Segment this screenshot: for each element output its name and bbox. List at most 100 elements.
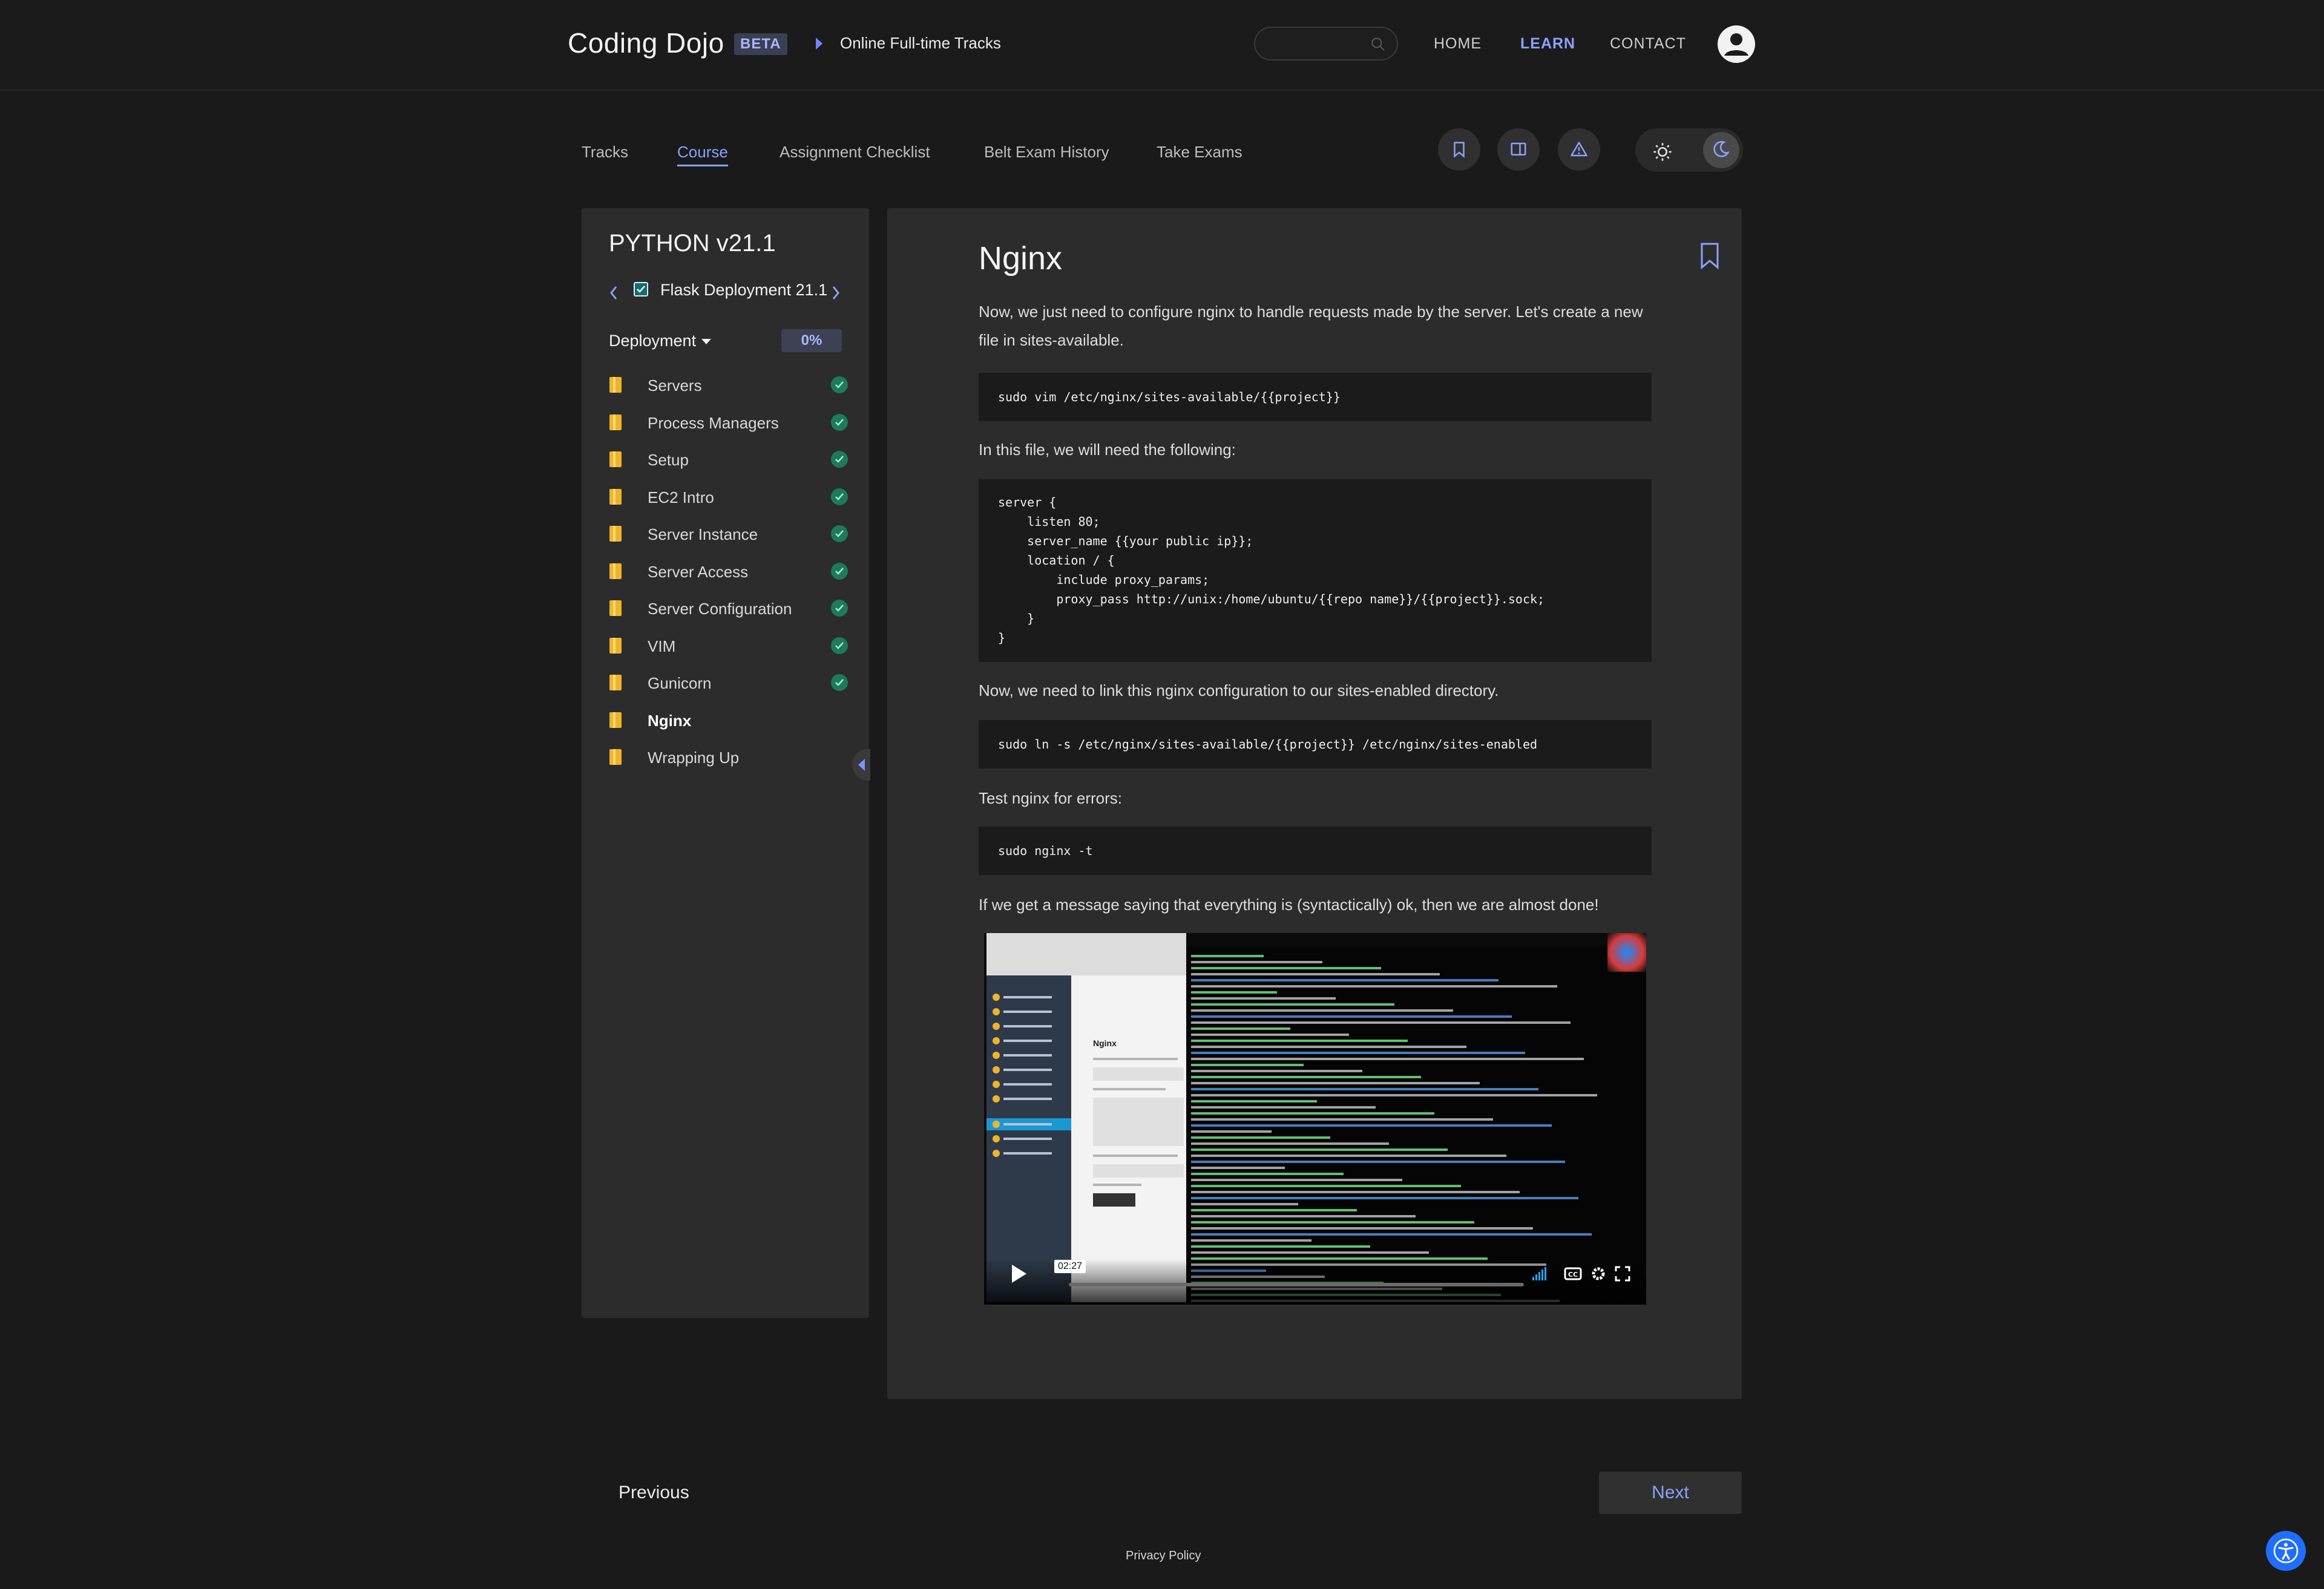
bookmark-icon bbox=[1454, 142, 1465, 158]
video-inner-title: Nginx bbox=[1093, 1038, 1117, 1048]
svg-text:CC: CC bbox=[1568, 1271, 1578, 1279]
completed-check-icon bbox=[831, 562, 848, 580]
book-icon bbox=[609, 675, 622, 690]
volume-icon[interactable] bbox=[1531, 1265, 1549, 1283]
course-title: PYTHON v21.1 bbox=[609, 230, 776, 257]
paragraph: Now, we just need to configure nginx to … bbox=[979, 303, 1643, 349]
book-icon bbox=[609, 488, 622, 505]
sidebar-lesson-item[interactable]: Wrapping Up bbox=[609, 741, 848, 773]
module-name[interactable]: Flask Deployment 21.1 bbox=[660, 281, 827, 300]
user-avatar-icon[interactable] bbox=[1716, 24, 1756, 64]
book-icon bbox=[609, 563, 622, 579]
play-icon[interactable] bbox=[1012, 1265, 1026, 1283]
chevron-left-icon[interactable] bbox=[608, 284, 620, 301]
sidebar-lesson-label: EC2 Intro bbox=[648, 488, 714, 506]
video-frame-browser: Nginx bbox=[986, 933, 1186, 1302]
video-timecode: 02:27 bbox=[1054, 1260, 1086, 1273]
lesson-content: Nginx Now, we just need to configure ngi… bbox=[887, 208, 1742, 1399]
paragraph: In this file, we will need the following… bbox=[979, 441, 1236, 459]
sidebar-lesson-item[interactable]: Server Access bbox=[609, 555, 848, 587]
accessibility-button[interactable] bbox=[2266, 1531, 2306, 1571]
paragraph: Test nginx for errors: bbox=[979, 789, 1122, 807]
next-button[interactable]: Next bbox=[1599, 1472, 1742, 1514]
video-frame-terminal bbox=[1186, 946, 1646, 1305]
sidebar-lesson-item[interactable]: Process Managers bbox=[609, 407, 848, 438]
tab-belt-exam-history[interactable]: Belt Exam History bbox=[984, 143, 1109, 162]
light-mode-button[interactable] bbox=[1645, 134, 1676, 166]
section-dropdown[interactable]: Deployment bbox=[609, 332, 696, 350]
book-icon bbox=[609, 712, 622, 728]
tab-take-exams[interactable]: Take Exams bbox=[1157, 143, 1242, 162]
video-scrubber[interactable] bbox=[1069, 1283, 1524, 1286]
book-icon bbox=[609, 451, 622, 467]
sidebar-lesson-item[interactable]: VIM bbox=[609, 630, 848, 661]
accessibility-icon bbox=[2273, 1538, 2299, 1564]
paragraph: Now, we need to link this nginx configur… bbox=[979, 681, 1499, 699]
book-icon bbox=[609, 377, 622, 393]
settings-gear-icon[interactable] bbox=[1589, 1265, 1607, 1283]
nav-home[interactable]: HOME bbox=[1434, 35, 1482, 53]
top-navbar: Coding Dojo BETA Online Full-time Tracks… bbox=[0, 0, 2324, 91]
report-issue-button[interactable] bbox=[1558, 128, 1600, 171]
code-block[interactable]: server { listen 80; server_name {{your p… bbox=[979, 479, 1652, 662]
progress-badge: 0% bbox=[781, 329, 842, 352]
sidebar-lesson-item[interactable]: Server Configuration bbox=[609, 592, 848, 624]
tab-tracks[interactable]: Tracks bbox=[582, 143, 628, 162]
search-input[interactable] bbox=[1254, 27, 1398, 61]
sidebar-lesson-item[interactable]: Nginx bbox=[609, 704, 848, 736]
tab-course[interactable]: Course bbox=[677, 143, 728, 166]
video-player[interactable]: Nginx 02:27 CC bbox=[984, 933, 1646, 1305]
captions-icon[interactable]: CC bbox=[1564, 1265, 1582, 1283]
sidebar-lesson-item[interactable]: Server Instance bbox=[609, 518, 848, 549]
previous-button[interactable]: Previous bbox=[619, 1483, 689, 1503]
sidebar-lesson-label: Servers bbox=[648, 376, 702, 395]
nav-contact[interactable]: CONTACT bbox=[1610, 35, 1686, 53]
bookmarks-button[interactable] bbox=[1438, 128, 1480, 171]
code-block[interactable]: sudo ln -s /etc/nginx/sites-available/{{… bbox=[979, 720, 1652, 768]
completed-check-icon bbox=[831, 413, 848, 431]
book-icon bbox=[609, 749, 622, 765]
moon-icon bbox=[1713, 141, 1730, 157]
sidebar-lesson-label: Server Access bbox=[648, 562, 749, 581]
nav-learn[interactable]: LEARN bbox=[1520, 35, 1575, 53]
sidebar-lesson-label: Nginx bbox=[648, 711, 692, 730]
sidebar-lesson-label: Process Managers bbox=[648, 413, 779, 432]
tab-assignment-checklist[interactable]: Assignment Checklist bbox=[780, 143, 930, 162]
book-icon bbox=[609, 526, 622, 542]
code-block[interactable]: sudo vim /etc/nginx/sites-available/{{pr… bbox=[979, 373, 1652, 421]
beta-badge: BETA bbox=[734, 33, 787, 55]
sidebar-lesson-item[interactable]: EC2 Intro bbox=[609, 481, 848, 513]
theme-toggle[interactable] bbox=[1635, 128, 1743, 172]
sidebar-lesson-label: Server Instance bbox=[648, 525, 758, 543]
fullscreen-icon[interactable] bbox=[1613, 1265, 1632, 1283]
book-icon bbox=[609, 414, 622, 430]
bookmark-icon[interactable] bbox=[1699, 242, 1720, 270]
completed-check-icon bbox=[831, 637, 848, 654]
completed-check-icon bbox=[831, 600, 848, 617]
code-block[interactable]: sudo nginx -t bbox=[979, 827, 1652, 875]
module-complete-checkbox bbox=[634, 282, 648, 297]
caret-down-icon[interactable] bbox=[701, 339, 711, 344]
sidebar-lesson-label: Wrapping Up bbox=[648, 749, 740, 767]
dark-mode-button[interactable] bbox=[1703, 132, 1739, 168]
reading-mode-button[interactable] bbox=[1497, 128, 1540, 171]
completed-check-icon bbox=[831, 525, 848, 542]
completed-check-icon bbox=[831, 376, 848, 393]
book-icon bbox=[609, 600, 622, 616]
search-icon[interactable] bbox=[1370, 36, 1386, 52]
sidebar-lesson-label: Gunicorn bbox=[648, 674, 712, 692]
completed-check-icon bbox=[831, 451, 848, 468]
sidebar-lesson-item[interactable]: Servers bbox=[609, 369, 848, 401]
privacy-policy-link[interactable]: Privacy Policy bbox=[1126, 1549, 1201, 1563]
sidebar-lesson-item[interactable]: Gunicorn bbox=[609, 667, 848, 698]
lesson-title: Nginx bbox=[979, 240, 1063, 277]
sidebar-lesson-item[interactable]: Setup bbox=[609, 444, 848, 475]
breadcrumb[interactable]: Online Full-time Tracks bbox=[840, 34, 1001, 53]
chevron-right-icon[interactable] bbox=[830, 284, 842, 301]
warning-icon bbox=[1571, 142, 1587, 157]
course-sidebar: PYTHON v21.1 Flask Deployment 21.1 Deplo… bbox=[582, 208, 869, 1318]
check-icon bbox=[635, 283, 647, 295]
breadcrumb-caret-icon bbox=[816, 38, 822, 50]
sun-icon bbox=[1653, 143, 1672, 161]
site-logo[interactable]: Coding Dojo bbox=[568, 27, 724, 59]
